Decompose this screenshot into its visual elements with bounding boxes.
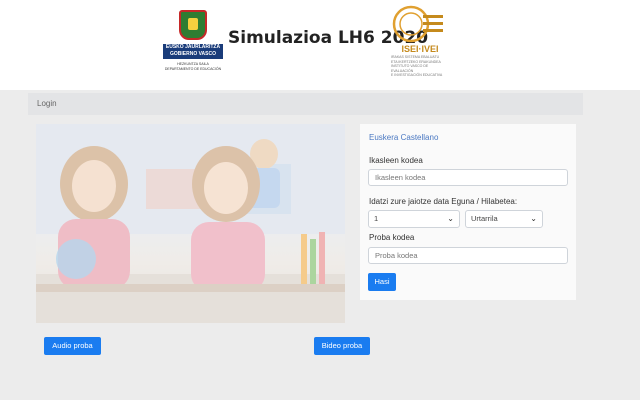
login-card: Euskera Castellano Ikasleen kodea Idatzi… (360, 124, 576, 300)
birth-month-select[interactable]: Urtarrila ⌄ (465, 210, 543, 228)
basque-government-logo: EUSKO JAURLARITZA GOBIERNO VASCO HEZKUNT… (163, 10, 223, 72)
gov-logo-line1: EUSKO JAURLARITZA (165, 44, 221, 50)
page-header: EUSKO JAURLARITZA GOBIERNO VASCO HEZKUNT… (0, 0, 640, 90)
gov-logo-sub2: DEPARTAMENTO DE EDUCACIÓN (164, 67, 222, 71)
isei-emblem-icon (392, 5, 443, 43)
chevron-down-icon: ⌄ (447, 214, 454, 223)
gov-logo-bar: EUSKO JAURLARITZA GOBIERNO VASCO (163, 44, 223, 59)
birth-month-value: Urtarrila (471, 214, 498, 223)
student-code-label: Ikasleen kodea (369, 156, 423, 165)
login-band: Login (28, 93, 583, 115)
audio-test-button[interactable]: Audio proba (44, 337, 101, 355)
coat-of-arms-icon (179, 10, 207, 40)
gov-logo-subtitle: HEZKUNTZA SAILA DEPARTAMENTO DE EDUCACIÓ… (163, 62, 223, 72)
test-code-input[interactable] (368, 247, 568, 264)
test-code-label: Proba kodea (369, 233, 415, 242)
login-label: Login (37, 99, 57, 108)
isei-ivei-logo: ISEI·IVEI IRAKAS SISTEMA EBALUATU ETA IK… (389, 5, 451, 77)
language-switch: Euskera Castellano (369, 133, 438, 142)
isei-logo-subtitle: IRAKAS SISTEMA EBALUATU ETA IKERTZEKO ER… (391, 55, 449, 78)
birth-day-value: 1 (374, 214, 379, 223)
lang-castellano-link[interactable]: Castellano (401, 133, 439, 142)
classroom-kids-illustration (36, 124, 345, 323)
student-code-input[interactable] (368, 169, 568, 186)
birth-day-select[interactable]: 1 ⌄ (368, 210, 460, 228)
isei-logo-name: ISEI·IVEI (401, 44, 439, 54)
children-photo (36, 124, 345, 323)
gov-logo-line2: GOBIERNO VASCO (169, 51, 217, 57)
start-button[interactable]: Hasi (368, 273, 396, 291)
lang-euskera-link[interactable]: Euskera (369, 133, 398, 142)
video-test-button[interactable]: Bideo proba (314, 337, 370, 355)
chevron-down-icon: ⌄ (530, 214, 537, 223)
isei-sub3: INSTITUTO VASCO DE EVALUACIÓN (391, 64, 429, 73)
birth-date-label: Idatzi zure jaiotze data Eguna / Hilabet… (369, 197, 518, 206)
isei-sub4: E INVESTIGACIÓN EDUCATIVA (391, 73, 443, 77)
